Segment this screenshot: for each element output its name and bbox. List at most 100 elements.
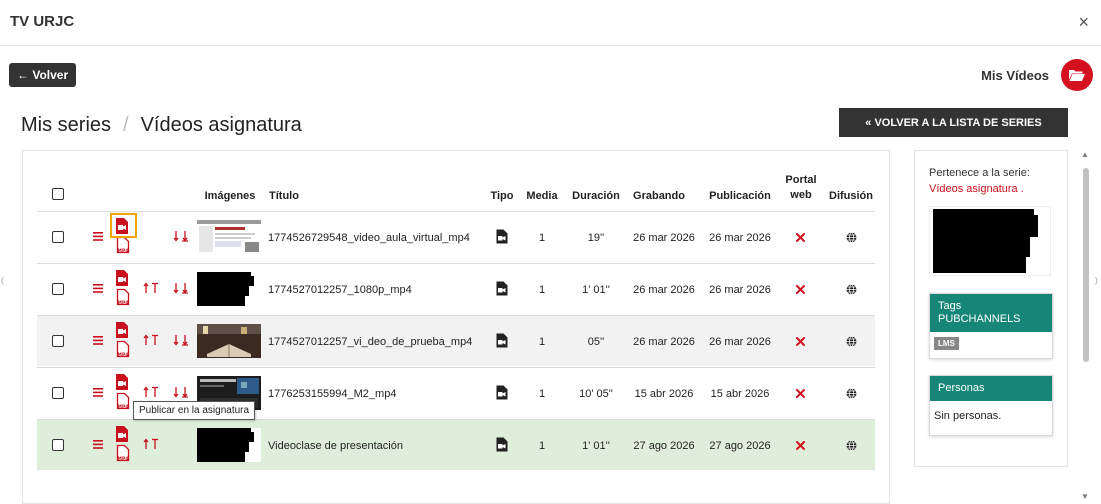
scroll-up-arrow-icon[interactable]: ▲ xyxy=(1081,150,1089,159)
video-recorded-date: 27 ago 2026 xyxy=(633,440,695,452)
series-link[interactable]: Vídeos asignatura xyxy=(929,183,1018,195)
row-checkbox[interactable] xyxy=(52,231,64,243)
video-title[interactable]: 1774527012257_1080p_mp4 xyxy=(268,284,488,296)
move-down-icon[interactable] xyxy=(173,334,189,346)
video-title[interactable]: 1774526729548_video_aula_virtual_mp4 xyxy=(268,232,488,244)
globe-icon[interactable] xyxy=(846,440,857,451)
video-title[interactable]: Videoclase de presentación xyxy=(268,440,488,452)
move-up-icon[interactable] xyxy=(143,334,159,346)
table-row: MP4 Videoclase de presentación 1 1' 01''… xyxy=(37,419,875,470)
series-link-suffix: . xyxy=(1020,183,1024,195)
video-file-icon[interactable] xyxy=(114,373,130,391)
video-type-icon xyxy=(496,281,508,296)
tags-title-line1: Tags xyxy=(938,300,962,312)
svg-text:MP4: MP4 xyxy=(118,352,129,358)
video-published-date: 27 ago 2026 xyxy=(709,440,771,452)
video-title[interactable]: 1774527012257_vi_deo_de_prueba_mp4 xyxy=(268,336,488,348)
col-header-tipo: Tipo xyxy=(490,190,514,202)
video-thumbnail[interactable] xyxy=(197,272,261,306)
tags-card-body: LMS xyxy=(930,332,1052,355)
portal-web-off-icon[interactable] xyxy=(796,389,805,398)
move-up-icon[interactable] xyxy=(143,438,159,450)
menu-icon[interactable] xyxy=(93,336,103,345)
video-file-icon[interactable] xyxy=(114,425,130,443)
video-thumbnail[interactable] xyxy=(197,428,261,462)
video-title[interactable]: 1776253155994_M2_mp4 xyxy=(268,388,488,400)
col-header-duracion[interactable]: Duración xyxy=(568,190,624,202)
col-header-grabando[interactable]: Grabando xyxy=(628,190,690,202)
select-all-checkbox[interactable] xyxy=(52,188,64,200)
video-media-count: 1 xyxy=(538,336,546,348)
right-edge-bracket: ) xyxy=(1095,276,1098,285)
move-up-icon[interactable] xyxy=(143,282,159,294)
menu-icon[interactable] xyxy=(93,284,103,293)
mp4-file-icon[interactable]: MP4 xyxy=(116,444,130,462)
close-icon[interactable]: × xyxy=(1078,12,1089,33)
mp4-file-icon[interactable]: MP4 xyxy=(116,392,130,410)
left-edge-bracket: ( xyxy=(1,276,4,285)
col-header-portal-web: Portal web xyxy=(780,174,822,201)
video-published-date: 26 mar 2026 xyxy=(709,284,771,296)
svg-text:MP4: MP4 xyxy=(118,300,129,306)
back-button[interactable]: ← Volver xyxy=(9,63,77,87)
mis-videos-label[interactable]: Mis Vídeos xyxy=(981,68,1049,83)
row-checkbox[interactable] xyxy=(52,335,64,347)
belongs-to-series-label: Pertenece a la serie: xyxy=(929,167,1030,179)
move-up-icon[interactable] xyxy=(143,386,159,398)
mp4-file-icon[interactable]: MP4 xyxy=(116,236,130,254)
portal-web-off-icon[interactable] xyxy=(796,285,805,294)
folder-open-icon[interactable] xyxy=(1061,59,1093,91)
video-recorded-date: 15 abr 2026 xyxy=(634,388,694,400)
mp4-file-icon[interactable]: MP4 xyxy=(116,340,130,358)
menu-icon[interactable] xyxy=(93,388,103,397)
scroll-thumb[interactable] xyxy=(1083,168,1089,362)
video-thumbnail[interactable] xyxy=(197,220,261,254)
table-row: MP4 1774527012257_vi_deo_de_prueba_mp4 1… xyxy=(37,315,875,366)
menu-icon[interactable] xyxy=(93,232,103,241)
page-scrollbar[interactable]: ▲ ▼ xyxy=(1079,150,1091,504)
video-media-count: 1 xyxy=(538,284,546,296)
video-type-icon xyxy=(496,333,508,348)
video-duration: 1' 01'' xyxy=(582,284,610,296)
video-file-icon[interactable] xyxy=(114,321,130,339)
globe-icon[interactable] xyxy=(846,336,857,347)
globe-icon[interactable] xyxy=(846,232,857,243)
video-type-icon xyxy=(496,385,508,400)
row-checkbox[interactable] xyxy=(52,387,64,399)
globe-icon[interactable] xyxy=(846,284,857,295)
col-header-titulo[interactable]: Título xyxy=(269,190,299,202)
col-header-publicacion[interactable]: Publicación xyxy=(704,190,776,202)
move-down-icon[interactable] xyxy=(173,282,189,294)
table-row: MP4 1774527012257_1080p_mp4 1 1' 01'' 26… xyxy=(37,263,875,314)
row-checkbox[interactable] xyxy=(52,283,64,295)
video-duration: 10' 05'' xyxy=(579,388,613,400)
portal-web-off-icon[interactable] xyxy=(796,233,805,242)
portal-web-off-icon[interactable] xyxy=(796,441,805,450)
move-down-icon[interactable] xyxy=(173,386,189,398)
breadcrumb-parent[interactable]: Mis series xyxy=(21,114,111,136)
tags-card: Tags PUBCHANNELS LMS xyxy=(929,293,1053,359)
video-type-icon xyxy=(496,437,508,452)
scroll-down-arrow-icon[interactable]: ▼ xyxy=(1081,492,1089,501)
tags-card-header: Tags PUBCHANNELS xyxy=(930,294,1052,332)
video-file-icon[interactable] xyxy=(114,217,130,235)
video-duration: 19'' xyxy=(587,232,605,244)
row-checkbox[interactable] xyxy=(52,439,64,451)
series-link-line: Vídeos asignatura . xyxy=(929,183,1024,195)
globe-icon[interactable] xyxy=(846,388,857,399)
video-media-count: 1 xyxy=(538,440,546,452)
breadcrumb-separator: / xyxy=(123,114,129,136)
col-header-media: Media xyxy=(526,190,558,202)
col-header-portal-line2: web xyxy=(790,189,812,201)
publish-tooltip: Publicar en la asignatura xyxy=(133,401,256,420)
back-to-series-list-button[interactable]: « VOLVER A LA LISTA DE SERIES xyxy=(839,108,1068,137)
personas-card-body: Sin personas. xyxy=(934,410,1002,422)
portal-web-off-icon[interactable] xyxy=(796,337,805,346)
video-thumbnail[interactable] xyxy=(197,324,261,358)
video-file-icon[interactable] xyxy=(114,269,130,287)
mp4-file-icon[interactable]: MP4 xyxy=(116,288,130,306)
breadcrumb: Mis series / Vídeos asignatura xyxy=(21,114,302,137)
move-down-icon[interactable] xyxy=(173,230,189,242)
table-row: MP4 1774526729548_video_aula_virtual_mp4… xyxy=(37,211,875,262)
menu-icon[interactable] xyxy=(93,440,103,449)
